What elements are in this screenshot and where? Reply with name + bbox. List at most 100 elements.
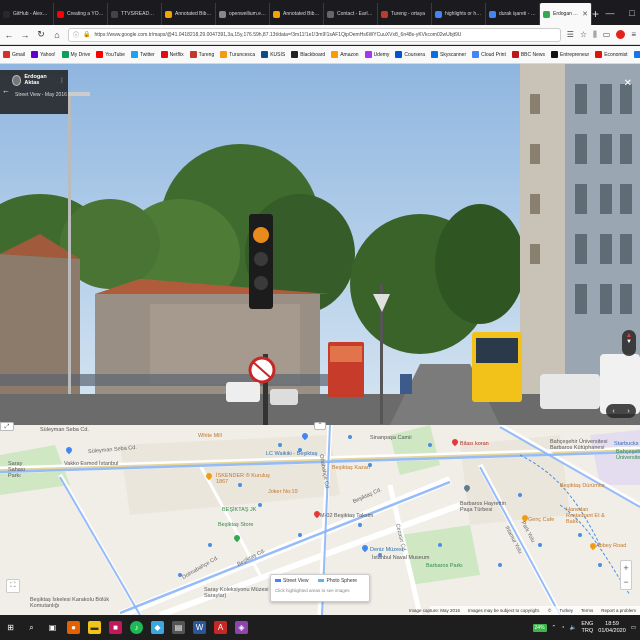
sidebar-icon[interactable]: ▭ [603, 30, 611, 39]
reload-icon[interactable]: ↻ [36, 29, 46, 40]
close-icon[interactable]: ✕ [624, 78, 632, 89]
zoom-control[interactable]: + − [620, 560, 632, 590]
firefox-icon[interactable]: ● [67, 621, 80, 634]
close-tab-icon[interactable]: ✕ [582, 10, 588, 18]
zoom-out-icon[interactable]: − [621, 575, 631, 589]
street-view-option-label: Street View [283, 578, 309, 584]
browser-tab[interactable]: Erdogan Aktas✕ [540, 3, 592, 25]
browser-tab[interactable]: durak işareti - Go [486, 3, 540, 25]
app-icon[interactable]: ◆ [151, 621, 164, 634]
pdf-reader-icon[interactable]: A [214, 621, 227, 634]
street-view-panorama[interactable]: Erdogan Aktas ⋮ Street View - May 2016 ←… [0, 64, 640, 425]
app-icon[interactable]: ▤ [172, 621, 185, 634]
tab-favicon-icon [3, 10, 10, 18]
clock[interactable]: 18:59 01/04/2020 [598, 621, 626, 635]
app-icon[interactable]: ■ [109, 621, 122, 634]
network-icon[interactable]: ◔ [561, 625, 564, 631]
bookmark-item[interactable]: Coursera [395, 51, 425, 58]
browser-tab[interactable]: Contact - Earlybird [324, 3, 378, 25]
map-label: Beşiktaş Store [218, 522, 254, 528]
bookmark-item[interactable]: Economist [595, 51, 628, 58]
url-text[interactable]: https://www.google.com.tr/maps/@41.04182… [95, 32, 462, 38]
reader-view-icon[interactable]: ☰ [567, 30, 574, 39]
windows-start-icon[interactable]: ⊞ [4, 621, 17, 634]
chevron-right-icon[interactable]: › [627, 408, 629, 415]
task-view-icon[interactable]: ▣ [46, 621, 59, 634]
bookmark-favicon-icon [291, 51, 299, 58]
address-bar[interactable]: ⓘ 🔒 https://www.google.com.tr/maps/@41.0… [68, 27, 561, 42]
map-toggle-icon[interactable]: ⌃ [314, 422, 326, 430]
library-icon[interactable]: ⫼ [593, 30, 597, 40]
app-icon[interactable]: ◈ [235, 621, 248, 634]
language-code: ENG [581, 620, 594, 627]
browser-tab[interactable]: GitHub - AlexeyAB [0, 3, 54, 25]
bookmark-item[interactable]: Tureng [189, 51, 214, 58]
bookmark-item[interactable]: My Drive [61, 51, 90, 58]
file-explorer-icon[interactable]: ▬ [88, 621, 101, 634]
country-link[interactable]: Turkey [559, 608, 573, 613]
bookmark-item[interactable]: Skyscanner [430, 51, 466, 58]
browser-tab[interactable]: Annotated Bibliog [162, 3, 216, 25]
tab-favicon-icon [435, 10, 442, 18]
bookmark-item[interactable]: Amazon [331, 51, 359, 58]
report-problem-link[interactable]: Report a problem [601, 608, 636, 613]
contributor-avatar[interactable] [12, 74, 22, 86]
spotify-icon[interactable]: ♪ [130, 621, 143, 634]
bookmark-item[interactable]: Gmail [3, 51, 25, 58]
photo-sphere-option[interactable]: Photo Sphere [318, 578, 357, 584]
pan-control[interactable]: ‹ › [606, 404, 636, 418]
bookmark-star-icon[interactable]: ☆ [580, 30, 587, 39]
bookmark-item[interactable]: KUSIS [261, 51, 285, 58]
map-label: İstanbul Naval Museum [372, 555, 430, 561]
street-view-option[interactable]: Street View [275, 578, 308, 584]
bookmark-item[interactable]: Netflix [160, 51, 184, 58]
map-footer: Image capture: May 2016 Images may be su… [409, 606, 640, 615]
bookmark-favicon-icon [130, 51, 138, 58]
bookmark-item[interactable]: Blackboard [291, 51, 325, 58]
bookmark-item[interactable]: Twitter [130, 51, 155, 58]
browser-tab[interactable]: Creating a YOLOv3 [54, 3, 108, 25]
browser-tab[interactable]: Tureng - ortaya [378, 3, 432, 25]
expand-map-icon[interactable]: ⤢ [0, 422, 14, 431]
new-tab-icon[interactable]: + [592, 3, 599, 25]
bookmark-item[interactable]: Entrepreneur [551, 51, 589, 58]
terms-link[interactable]: Terms [581, 608, 593, 613]
bookmark-item[interactable]: Turuncesca [220, 51, 255, 58]
bookmark-favicon-icon [511, 51, 519, 58]
browser-tab[interactable]: highlights or high [432, 3, 486, 25]
compass-control[interactable]: ▲ ▼ [622, 330, 636, 356]
extension-icon[interactable] [616, 30, 626, 39]
fullscreen-icon[interactable]: ⛶ [6, 579, 20, 593]
more-options-icon[interactable]: ⋮ [59, 77, 65, 84]
tray-chevron-icon[interactable]: ⌃ [552, 625, 557, 631]
bookmark-item[interactable]: BBC News [511, 51, 545, 58]
bookmark-item[interactable]: YouTube [96, 51, 125, 58]
search-icon[interactable]: ⌕ [25, 621, 38, 634]
tab-label: highlights or high [445, 11, 482, 17]
browser-tab[interactable]: openwellium.ecoli [216, 3, 270, 25]
capture-date: Street View - May 2016 [15, 92, 67, 98]
zoom-in-icon[interactable]: + [621, 561, 631, 575]
forward-arrow-icon[interactable]: → [20, 30, 30, 40]
maximize-icon[interactable]: □ [621, 8, 640, 18]
volume-icon[interactable]: 🔈 [569, 625, 576, 631]
back-arrow-icon[interactable]: ← [2, 86, 10, 95]
back-arrow-icon[interactable]: ← [4, 30, 14, 40]
bookmark-item[interactable]: Udemy [364, 51, 389, 58]
bookmark-item[interactable]: Cloud Print [472, 51, 506, 58]
contributor-name[interactable]: Erdogan Aktas [24, 74, 56, 86]
bookmark-item[interactable]: Yahoo! [31, 51, 56, 58]
bookmark-item[interactable]: Döviz [633, 51, 640, 58]
info-icon[interactable]: ⓘ [73, 30, 79, 39]
minimize-icon[interactable]: — [599, 8, 621, 18]
notifications-icon[interactable]: ▭ [631, 625, 636, 631]
chevron-left-icon[interactable]: ‹ [612, 408, 614, 415]
menu-icon[interactable]: ≡ [631, 30, 636, 39]
language-indicator[interactable]: ENG TRQ [581, 621, 593, 635]
browser-tab[interactable]: TTVS/README.md [108, 3, 162, 25]
home-icon[interactable]: ⌂ [52, 30, 62, 40]
battery-indicator[interactable]: 24% [532, 623, 547, 632]
word-icon[interactable]: W [193, 621, 206, 634]
browser-tab[interactable]: Annotated Bibliog [270, 3, 324, 25]
bookmarks-bar: Gmail Yahoo! My Drive YouTube Twitter Netflix… [0, 46, 640, 64]
